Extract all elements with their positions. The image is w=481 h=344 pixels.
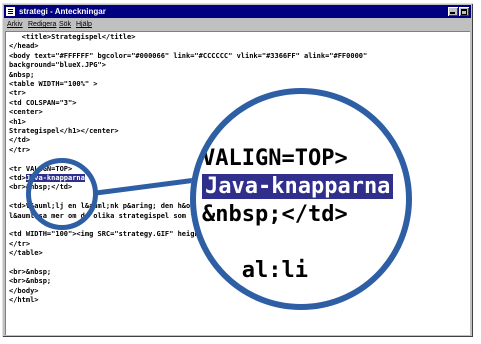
callout-connector — [95, 177, 197, 196]
highlight-ring — [26, 158, 98, 230]
magnifier-ring — [190, 88, 412, 310]
